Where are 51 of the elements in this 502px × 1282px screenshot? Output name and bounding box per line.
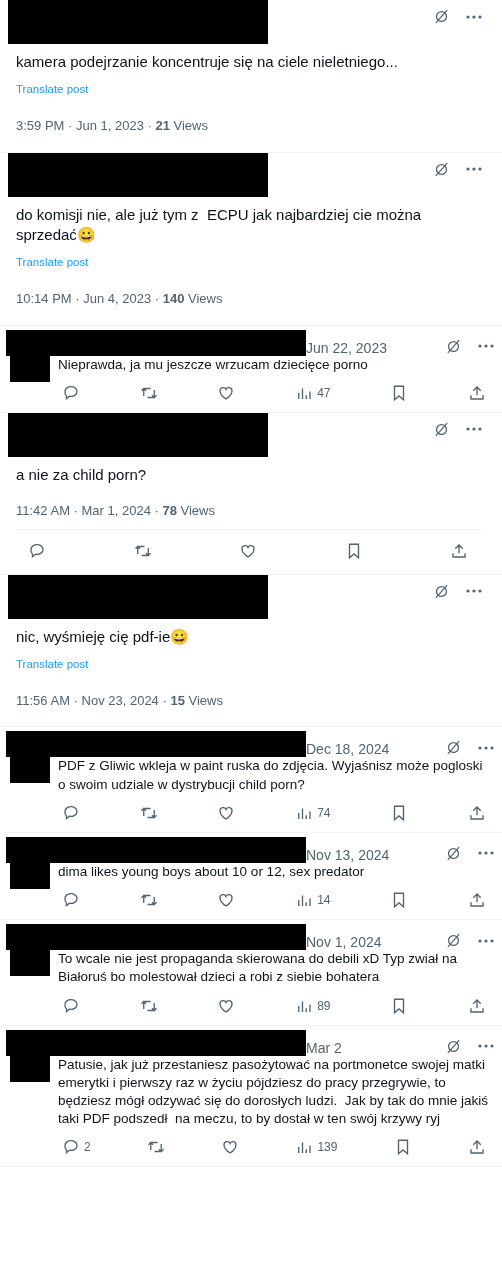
slashed-circle-icon[interactable] [433,8,450,25]
slashed-circle-icon[interactable] [433,582,450,600]
share-icon[interactable] [467,1138,486,1157]
reply-count: 2 [84,1139,91,1157]
more-icon[interactable] [466,427,482,432]
comment-icon[interactable] [62,383,80,402]
post-meta: 11:42 AM · Mar 1, 2024 · 78 Views [16,502,216,521]
post-text: To wcale nie jest propaganda skierowana do debili xD Typ zwiał na Białoruś bo molestował dzieci a robi z siebie bohatera [58,950,458,987]
view-count: 139 [317,1139,338,1157]
post-text: dima likes young boys about 10 or 12, sex predator [58,862,366,881]
post-date: Nov 13, 2024 [306,845,390,865]
slashed-circle-icon[interactable] [445,337,462,355]
post-meta: 3:59 PM · Jun 1, 2023 · 21 Views [16,117,209,136]
comment-icon[interactable] [28,541,46,560]
translate-link[interactable]: Translate post [16,256,89,269]
view-count: 14 [317,892,331,910]
post-text: a nie za child porn? [16,464,148,485]
post-meta: 10:14 PM · Jun 4, 2023 · 140 Views [16,290,224,309]
slashed-circle-icon[interactable] [445,1037,462,1055]
post-date: Nov 1, 2024 [306,933,382,953]
more-icon[interactable] [478,344,494,349]
post-text: kamera podejrzanie koncentruje się na ciele nieletniego... [16,52,399,72]
post-text: do komisji nie, ale już tym z ECPU jak najbardziej cie można sprzedać😀 [16,204,423,245]
post-text: Nieprawda, ja mu jeszcze wrzucam dziecięce porno [58,355,369,374]
share-icon[interactable] [467,891,486,910]
post-text: nic, wyśmieję cię pdf-ie😀 [16,626,191,647]
view-count: 47 [317,384,331,402]
more-icon[interactable] [466,589,482,594]
more-icon[interactable] [466,14,482,19]
comment-icon[interactable] [62,996,80,1015]
more-icon[interactable] [478,851,494,856]
translate-link[interactable]: Translate post [16,83,89,96]
view-count: 74 [317,804,331,822]
post-date: Jun 22, 2023 [306,338,387,358]
slashed-circle-icon[interactable] [445,739,462,757]
post-date: Mar 2 [306,1038,342,1058]
more-icon[interactable] [478,938,494,943]
more-icon[interactable] [466,167,482,172]
comment-icon[interactable] [62,803,80,822]
slashed-circle-icon[interactable] [445,932,462,950]
slashed-circle-icon[interactable] [433,160,450,178]
post-text: PDF z Gliwic wkleja w paint ruska do zdjęcia. Wyjaśnisz może pogloski o swoim udziale w dystrybucji child porn? [58,757,484,794]
post-date: Dec 18, 2024 [306,740,390,760]
post-text: Patusie, jak już przestaniesz pasożytować na portmonetce swojej matki emerytki i pierwszy raz w życiu pójdziesz do pracy przegrywie, to będziesz mógł odzywać się do dorosłych ludzi. Jak by tak do mnie jakiś taki PDF podszedł na meczu, to by dostał w ten swój krzywy ryj [58,1055,489,1129]
more-icon[interactable] [478,1044,494,1049]
post-meta: 11:56 AM · Nov 23, 2024 · 15 Views [16,691,224,710]
more-icon[interactable] [478,745,494,750]
slashed-circle-icon[interactable] [433,420,450,438]
slashed-circle-icon[interactable] [445,844,462,862]
translate-link[interactable]: Translate post [16,657,89,670]
view-count: 89 [317,997,331,1015]
